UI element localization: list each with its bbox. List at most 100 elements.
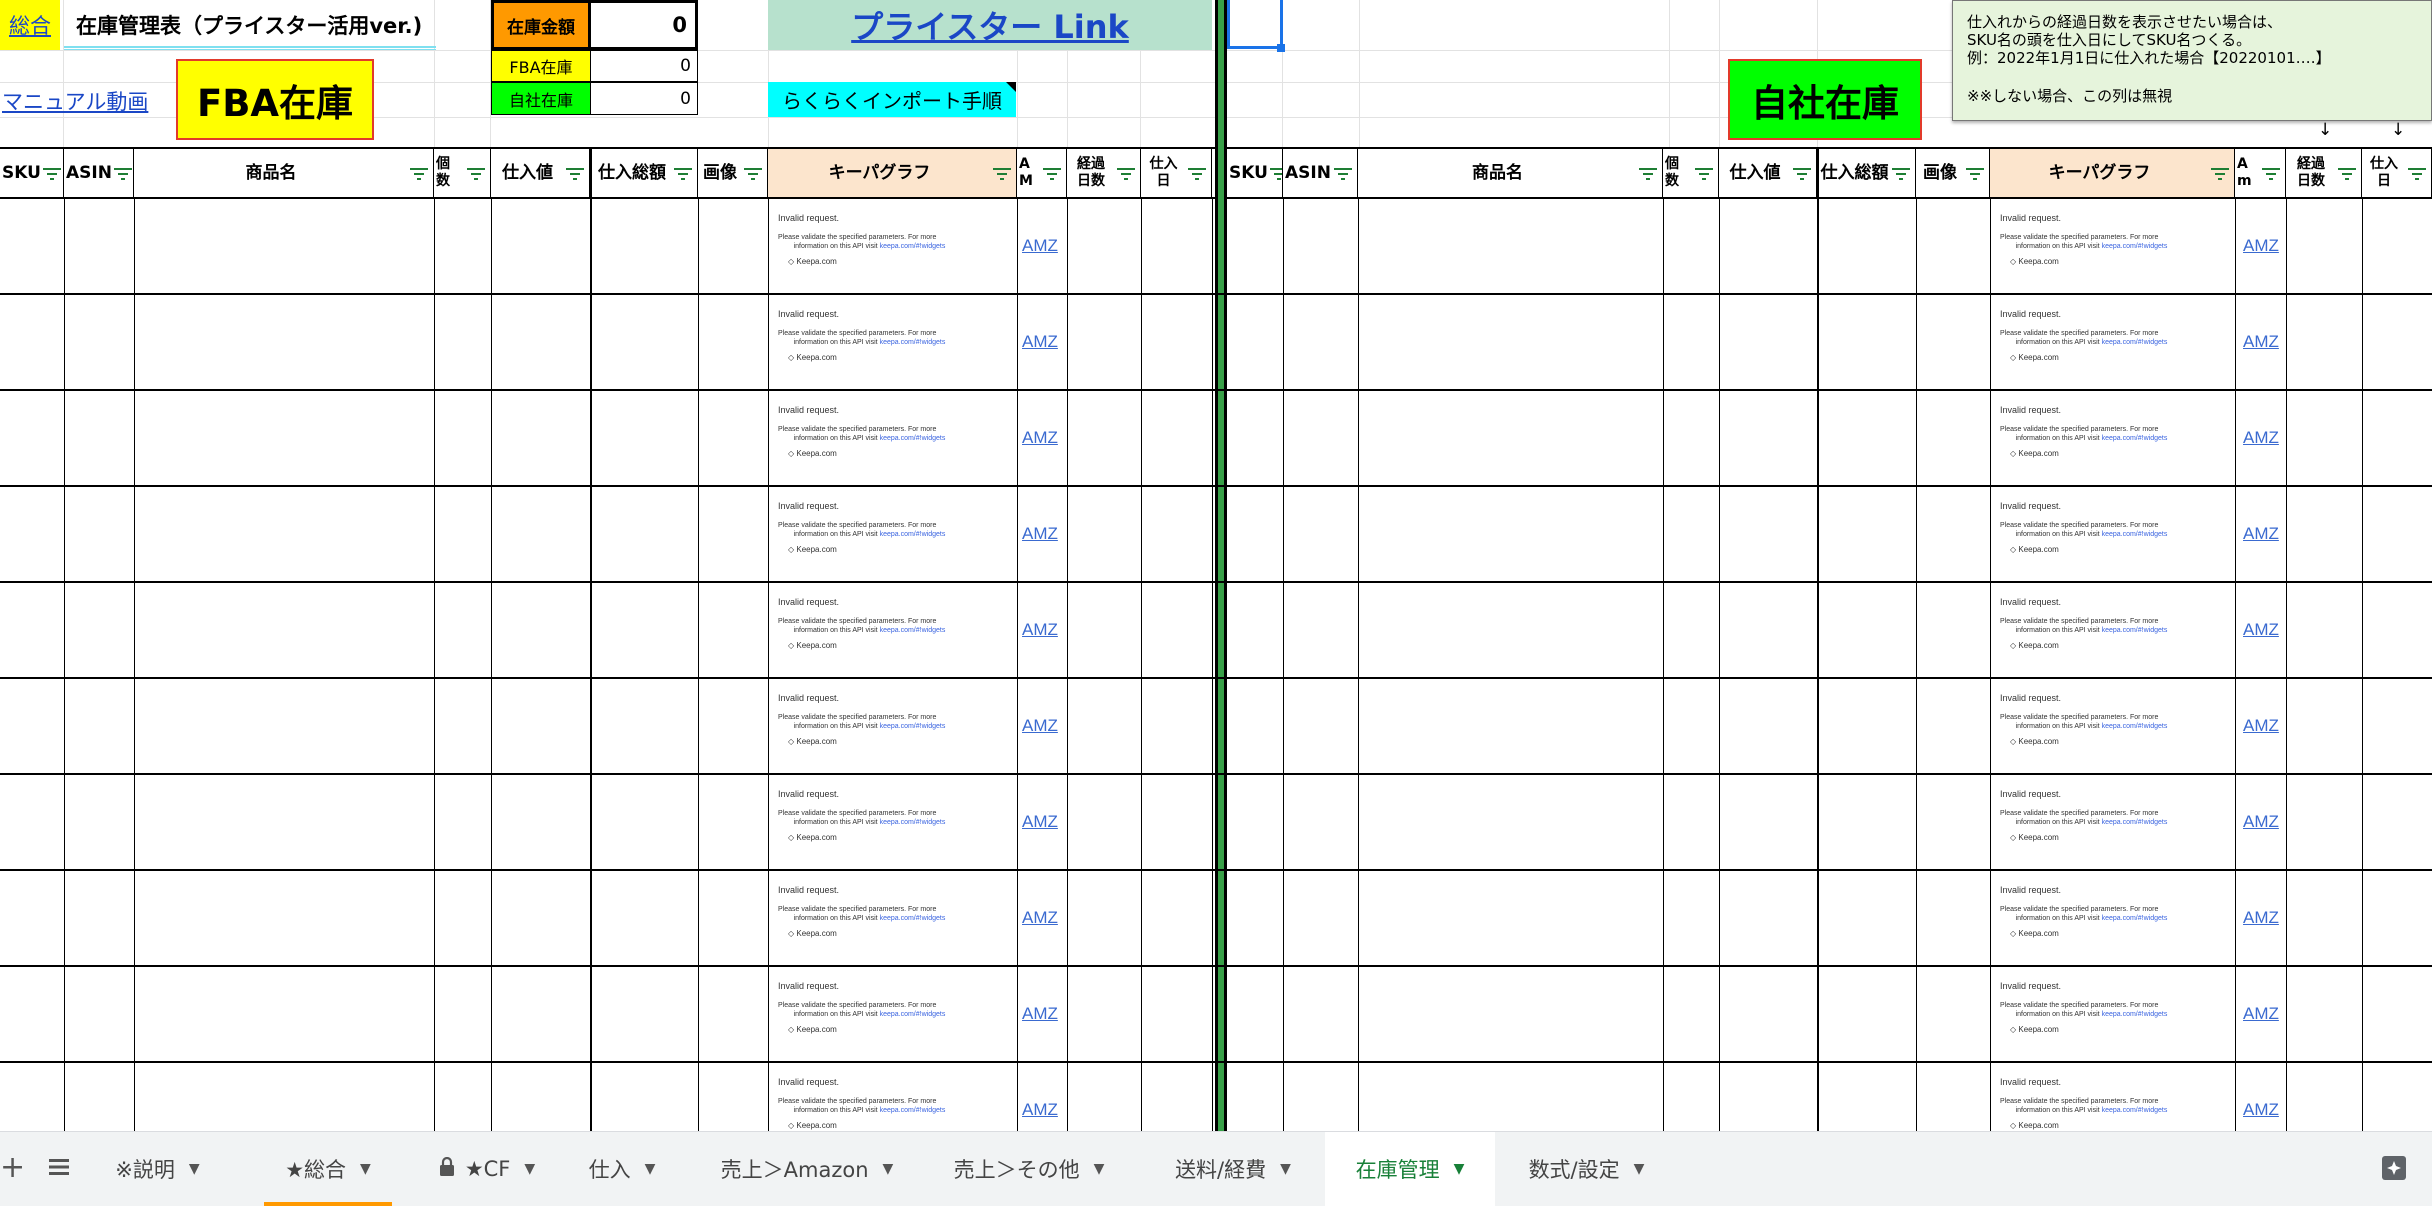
sheet-tab[interactable]: 売上＞Amazon ▼ (690, 1132, 924, 1206)
filter-icon[interactable] (2406, 166, 2428, 180)
all-sheets-icon[interactable] (48, 1156, 70, 1178)
keepa-widgets-link[interactable]: keepa.com/#!widgets (2102, 339, 2168, 346)
left-header-cell[interactable]: 仕入総額 (590, 149, 698, 197)
amz-link[interactable]: AMZ (2243, 332, 2279, 352)
left-header-cell[interactable]: 仕入値 (491, 149, 590, 197)
filter-icon[interactable] (742, 166, 764, 180)
amz-link[interactable]: AMZ (2243, 620, 2279, 640)
amz-link[interactable]: AMZ (1022, 812, 1058, 832)
amz-link[interactable]: AMZ (1022, 620, 1058, 640)
filter-icon[interactable] (408, 166, 430, 180)
left-header-cell[interactable]: 画像 (698, 149, 768, 197)
amz-link[interactable]: AMZ (2243, 428, 2279, 448)
keepa-widgets-link[interactable]: keepa.com/#!widgets (2102, 1107, 2168, 1114)
import-guide-button[interactable]: らくらくインポート手順 (768, 82, 1016, 117)
tab-menu-icon[interactable]: ▼ (1454, 1161, 1465, 1177)
tab-menu-icon[interactable]: ▼ (1634, 1161, 1645, 1177)
amz-link[interactable]: AMZ (1022, 716, 1058, 736)
tab-menu-icon[interactable]: ▼ (1094, 1161, 1105, 1177)
left-header-cell[interactable]: 商品名 (134, 149, 434, 197)
right-header-cell[interactable]: 仕入 日 (2362, 149, 2432, 197)
tab-menu-icon[interactable]: ▼ (360, 1161, 371, 1177)
sheet-tab[interactable]: ★総合 ▼ (264, 1132, 392, 1206)
sheet-tab[interactable]: ★CF ▼ (404, 1132, 570, 1206)
left-header-cell[interactable]: A M (1017, 149, 1067, 197)
amz-link[interactable]: AMZ (1022, 908, 1058, 928)
keepa-widgets-link[interactable]: keepa.com/#!widgets (2102, 1011, 2168, 1018)
tab-menu-icon[interactable]: ▼ (1280, 1161, 1291, 1177)
amz-link[interactable]: AMZ (1022, 1100, 1058, 1120)
filter-icon[interactable] (1637, 166, 1659, 180)
right-header-cell[interactable]: キーパグラフ (1990, 149, 2235, 197)
filter-icon[interactable] (1041, 166, 1063, 180)
left-header-cell[interactable]: ASIN (64, 149, 134, 197)
right-header-cell[interactable]: 個 数 (1663, 149, 1719, 197)
sheet-tab[interactable]: 送料/経費 ▼ (1148, 1132, 1318, 1206)
keepa-widgets-link[interactable]: keepa.com/#!widgets (880, 723, 946, 730)
keepa-widgets-link[interactable]: keepa.com/#!widgets (880, 1107, 946, 1114)
explore-icon[interactable] (2380, 1154, 2408, 1182)
keepa-widgets-link[interactable]: keepa.com/#!widgets (2102, 243, 2168, 250)
right-header-cell[interactable]: A m (2235, 149, 2286, 197)
filter-icon[interactable] (2260, 166, 2282, 180)
left-header-cell[interactable]: 個 数 (434, 149, 491, 197)
amz-link[interactable]: AMZ (2243, 1100, 2279, 1120)
keepa-widgets-link[interactable]: keepa.com/#!widgets (880, 435, 946, 442)
add-sheet-icon[interactable]: + (0, 1150, 25, 1186)
filter-icon[interactable] (1268, 166, 1282, 180)
tab-menu-icon[interactable]: ▼ (883, 1161, 894, 1177)
manual-video-link[interactable]: マニュアル動画 (2, 86, 148, 116)
keepa-widgets-link[interactable]: keepa.com/#!widgets (2102, 819, 2168, 826)
left-header-cell[interactable]: キーパグラフ (768, 149, 1017, 197)
left-header-cell[interactable]: 経過 日数 (1067, 149, 1141, 197)
sheet-tab[interactable]: ※説明 ▼ (103, 1132, 212, 1206)
amz-link[interactable]: AMZ (2243, 908, 2279, 928)
filter-icon[interactable] (112, 166, 133, 180)
keepa-widgets-link[interactable]: keepa.com/#!widgets (2102, 915, 2168, 922)
amz-link[interactable]: AMZ (1022, 1004, 1058, 1024)
filter-icon[interactable] (564, 166, 586, 180)
filter-icon[interactable] (1186, 166, 1208, 180)
amz-link[interactable]: AMZ (1022, 236, 1058, 256)
filter-icon[interactable] (1964, 166, 1986, 180)
sheet-tab[interactable]: 仕入 ▼ (576, 1132, 668, 1206)
keepa-widgets-link[interactable]: keepa.com/#!widgets (880, 339, 946, 346)
pricester-link[interactable]: プライスター Link (851, 2, 1129, 48)
right-header-cell[interactable]: SKU (1227, 149, 1283, 197)
right-header-cell[interactable]: ASIN (1283, 149, 1358, 197)
keepa-widgets-link[interactable]: keepa.com/#!widgets (880, 819, 946, 826)
amz-link[interactable]: AMZ (1022, 524, 1058, 544)
keepa-widgets-link[interactable]: keepa.com/#!widgets (880, 531, 946, 538)
keepa-widgets-link[interactable]: keepa.com/#!widgets (2102, 627, 2168, 634)
keepa-widgets-link[interactable]: keepa.com/#!widgets (880, 915, 946, 922)
left-header-cell[interactable]: SKU (0, 149, 64, 197)
filter-icon[interactable] (672, 166, 694, 180)
right-header-cell[interactable]: 仕入総額 (1817, 149, 1916, 197)
amz-link[interactable]: AMZ (1022, 428, 1058, 448)
selected-cell[interactable] (1227, 0, 1283, 49)
keepa-widgets-link[interactable]: keepa.com/#!widgets (880, 627, 946, 634)
soukai-link[interactable]: 総合 (9, 10, 51, 40)
right-header-cell[interactable]: 画像 (1916, 149, 1990, 197)
filter-icon[interactable] (1115, 166, 1137, 180)
filter-icon[interactable] (1890, 166, 1912, 180)
selection-handle[interactable] (1277, 44, 1285, 52)
tab-menu-icon[interactable]: ▼ (524, 1161, 535, 1177)
filter-icon[interactable] (991, 166, 1013, 180)
left-header-cell[interactable]: 仕入 日 (1141, 149, 1212, 197)
right-header-cell[interactable]: 仕入値 (1719, 149, 1817, 197)
keepa-widgets-link[interactable]: keepa.com/#!widgets (2102, 435, 2168, 442)
amz-link[interactable]: AMZ (2243, 236, 2279, 256)
right-header-cell[interactable]: 商品名 (1358, 149, 1663, 197)
keepa-widgets-link[interactable]: keepa.com/#!widgets (2102, 723, 2168, 730)
filter-icon[interactable] (41, 166, 63, 180)
filter-icon[interactable] (2336, 166, 2358, 180)
right-header-cell[interactable]: 経過 日数 (2286, 149, 2362, 197)
amz-link[interactable]: AMZ (2243, 812, 2279, 832)
filter-icon[interactable] (1332, 166, 1354, 180)
keepa-widgets-link[interactable]: keepa.com/#!widgets (2102, 531, 2168, 538)
amz-link[interactable]: AMZ (2243, 1004, 2279, 1024)
sheet-tab[interactable]: 数式/設定 ▼ (1497, 1132, 1676, 1206)
keepa-widgets-link[interactable]: keepa.com/#!widgets (880, 1011, 946, 1018)
filter-icon[interactable] (2209, 166, 2231, 180)
